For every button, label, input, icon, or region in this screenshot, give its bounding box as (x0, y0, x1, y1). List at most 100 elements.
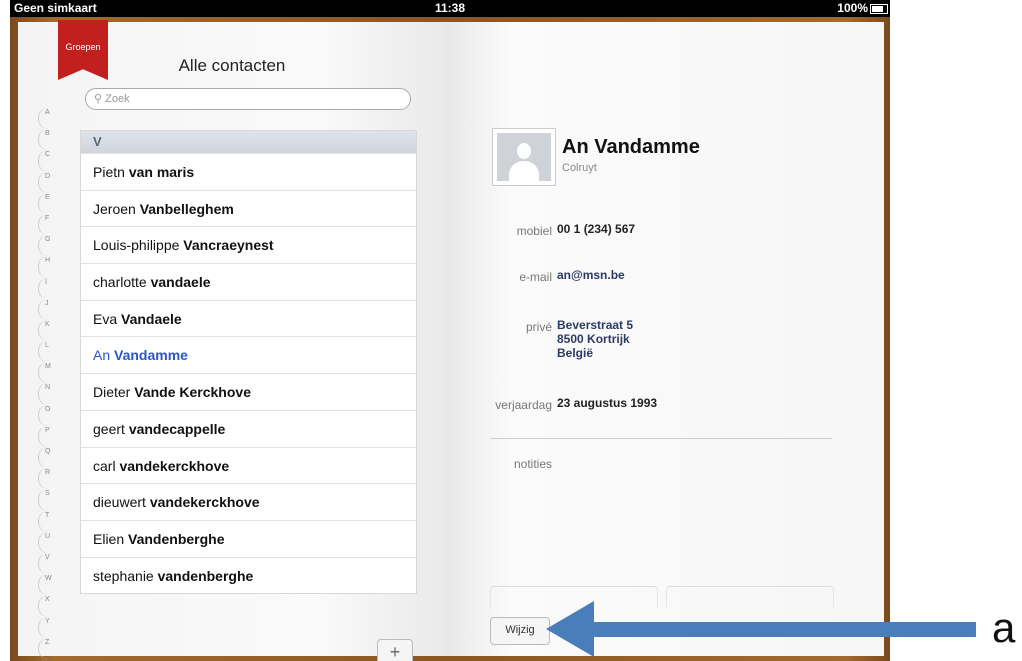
index-letter[interactable]: S (38, 489, 60, 511)
contact-last-name: vandaele (150, 274, 211, 291)
contact-first-name: dieuwert (93, 494, 146, 511)
contact-row[interactable]: dieuwert vandekerckhove (81, 483, 416, 520)
contact-last-name: vandenberghe (157, 567, 254, 584)
index-letter[interactable]: Z (38, 637, 60, 659)
contact-row[interactable]: carl vandekerckhove (81, 446, 416, 484)
birthday-label: verjaardag (495, 398, 552, 412)
contact-last-name: vandecappelle (128, 420, 226, 437)
contact-row[interactable]: charlotte vandaele (81, 263, 416, 300)
contact-last-name: Vande Kerckhove (134, 384, 251, 401)
index-letter[interactable]: O (38, 404, 60, 426)
contact-row[interactable]: stephanie vandenberghe (81, 556, 416, 594)
contact-last-name: Vandenberghe (128, 530, 225, 547)
contact-last-name: van maris (128, 164, 195, 180)
contact-first-name: Pietn (93, 164, 125, 180)
contact-last-name: Vanbelleghem (139, 200, 234, 217)
address-street: Beverstraat 5 (557, 318, 634, 332)
contact-first-name: geert (93, 420, 125, 437)
contact-last-name: Vandaele (121, 310, 182, 327)
add-contact-button[interactable]: + (377, 639, 413, 661)
address-country: België (557, 346, 594, 360)
contact-last-name: vandekerckhove (149, 494, 260, 511)
groups-label: Groepen (65, 42, 101, 52)
index-letter[interactable]: M (38, 362, 60, 384)
avatar-icon (517, 143, 531, 159)
contact-last-name: Vancraeynest (183, 237, 274, 254)
mobile-value[interactable]: 00 1 (234) 567 (557, 222, 635, 236)
contact-row[interactable]: Jeroen Vanbelleghem (81, 189, 416, 227)
contact-row[interactable]: Elien Vandenberghe (81, 519, 416, 557)
contact-first-name: Eva (93, 310, 118, 327)
search-input[interactable]: ⚲ Zoek (85, 88, 411, 110)
contact-row[interactable]: Dieter Vande Kerckhove (81, 373, 416, 410)
index-letter[interactable]: C (38, 150, 60, 172)
index-letter[interactable]: I (38, 277, 60, 299)
search-icon: ⚲ (94, 93, 103, 105)
index-letter[interactable]: L (38, 341, 60, 363)
alphabet-index[interactable]: ABCDEFGHIJKLMNOPQRSTUVWXYZ# (38, 108, 60, 661)
contact-first-name: Elien (93, 530, 125, 547)
contacts-list: V Pietn van maris Jeroen Vanbelleghem Loui… (80, 130, 417, 595)
contacts-list-page: Groepen Alle contacten ⚲ Zoek ABCDEFGHIJ… (18, 20, 446, 661)
index-letter[interactable]: W (38, 574, 60, 596)
contact-first-name: Louis-philippe (93, 237, 180, 254)
index-letter[interactable]: U (38, 531, 60, 553)
ipad-screen: Geen simkaart 11:38 100% Groepen Alle co… (10, 0, 890, 661)
contact-first-name: Dieter (93, 384, 131, 401)
index-letter[interactable]: K (38, 319, 60, 342)
mobile-label: mobiel (516, 224, 552, 238)
index-letter[interactable]: J (38, 298, 60, 320)
index-letter[interactable]: A (38, 108, 60, 130)
index-letter[interactable]: X (38, 595, 60, 617)
address-value[interactable]: Beverstraat 5 8500 Kortrijk België (557, 318, 633, 360)
index-letter[interactable]: G (38, 235, 60, 257)
index-letter[interactable]: N (38, 383, 60, 405)
status-bar: Geen simkaart 11:38 100% (10, 0, 890, 17)
index-letter[interactable]: E (38, 192, 60, 214)
contact-first-name: stephanie (93, 567, 154, 584)
contact-row[interactable]: Eva Vandaele (81, 299, 416, 337)
contact-first-name: Jeroen (93, 200, 136, 217)
birthday-value: 23 augustus 1993 (557, 396, 658, 410)
index-letter[interactable]: F (38, 213, 60, 236)
contact-row[interactable]: An Vandamme (81, 336, 416, 373)
index-letter[interactable]: Q (38, 447, 60, 469)
contact-first-name: charlotte (93, 274, 147, 291)
battery-percent: 100% (837, 1, 868, 15)
email-value[interactable]: an@msn.be (557, 268, 625, 282)
annotation-arrow-head (546, 601, 594, 657)
search-placeholder: Zoek (105, 93, 130, 105)
contact-photo[interactable] (492, 128, 556, 186)
contact-first-name: carl (93, 457, 116, 474)
edit-button[interactable]: Wijzig (490, 617, 550, 645)
contact-row[interactable]: Louis-philippe Vancraeynest (81, 226, 416, 263)
battery-icon (870, 4, 888, 14)
index-letter[interactable]: B (38, 129, 60, 151)
page-title: Alle contacten (178, 56, 286, 75)
contact-first-name: An (93, 347, 111, 364)
index-letter[interactable]: Y (38, 616, 60, 638)
contact-company: Colruyt (562, 162, 597, 174)
footer-button-right (666, 586, 834, 607)
email-label: e-mail (519, 270, 552, 284)
divider (490, 438, 832, 439)
contact-detail-page (446, 22, 884, 656)
contact-row[interactable]: Pietn van maris (81, 153, 416, 190)
index-letter[interactable]: V (38, 552, 60, 575)
index-letter[interactable]: P (38, 425, 60, 447)
contact-last-name: Vandamme (114, 347, 188, 364)
address-city: 8500 Kortrijk (557, 332, 630, 346)
contact-row[interactable]: geert vandecappelle (81, 409, 416, 447)
index-letter[interactable]: T (38, 510, 60, 532)
section-header: V (81, 131, 416, 153)
annotation-arrow (580, 622, 976, 637)
index-letter[interactable]: R (38, 468, 60, 490)
annotation-label: a (992, 604, 1016, 651)
index-letter[interactable]: H (38, 256, 60, 278)
notes-label[interactable]: notities (478, 457, 552, 471)
contact-last-name: vandekerckhove (119, 457, 230, 474)
address-label: privé (525, 320, 552, 334)
index-letter[interactable]: D (38, 171, 60, 193)
clock: 11:38 (434, 1, 466, 15)
contact-name: An Vandamme (562, 136, 700, 158)
